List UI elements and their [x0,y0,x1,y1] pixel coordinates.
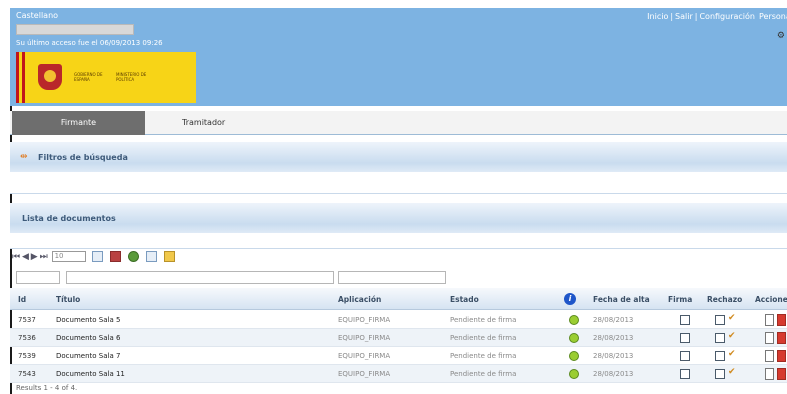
user-name-box [16,24,134,35]
settings-link[interactable]: Configuración [699,12,755,21]
col-application[interactable]: Aplicación [338,295,381,304]
filter-toggle-icon[interactable]: ⇹ [20,152,28,162]
col-actions: Acciones [755,295,787,304]
table-header: Id Título Aplicación Estado i Fecha de a… [10,288,787,310]
state-icon [569,315,579,325]
logo-text-right: MINISTERIO DE POLÍTICA [116,72,147,82]
row-date: 28/08/2013 [593,352,634,360]
row-state: Pendiente de firma [450,316,517,324]
tab-tramitador[interactable]: Tramitador [182,111,225,135]
documents-list-title: Lista de documentos [22,214,116,223]
col-reject: Rechazo [707,295,743,304]
prev-page-icon[interactable]: ◀ [22,252,29,262]
pager-toolbar: ⏮ ◀ ▶ ⏭ 10 [12,251,177,267]
row-state: Pendiente de firma [450,334,517,342]
document-icon[interactable] [765,314,774,326]
application-filter-input[interactable] [338,271,446,284]
row-state: Pendiente de firma [450,370,517,378]
last-page-icon[interactable]: ⏭ [40,252,48,262]
document-icon[interactable] [765,368,774,380]
row-application: EQUIPO_FIRMA [338,316,391,324]
row-application: EQUIPO_FIRMA [338,352,391,360]
sign-icon[interactable] [92,251,104,262]
last-access-text: Su último acceso fue el 06/09/2013 09:26 [16,39,163,47]
pdf-icon[interactable] [777,350,786,362]
row-application: EQUIPO_FIRMA [338,370,391,378]
col-upload-date[interactable]: Fecha de alta [593,295,650,304]
pdf-icon[interactable] [777,368,786,380]
reject-reason-icon[interactable]: ✔ [728,331,736,341]
coat-of-arms-icon [38,64,62,90]
export-icon[interactable] [146,251,158,262]
row-title[interactable]: Documento Sala 7 [56,352,120,360]
row-state: Pendiente de firma [450,352,517,360]
search-filters-bar[interactable]: ⇹ Filtros de búsqueda [10,142,787,172]
flag-stripe [16,52,25,103]
reject-reason-icon[interactable]: ✔ [728,367,736,377]
id-filter-input[interactable] [16,271,60,284]
reject-checkbox[interactable] [715,369,725,379]
row-id: 7543 [18,370,36,378]
language-link[interactable]: Castellano [16,11,58,20]
settings-icon[interactable]: ⚙ [777,31,785,41]
pdf-icon[interactable] [777,314,786,326]
sign-checkbox[interactable] [680,369,690,379]
search-filters-title: Filtros de búsqueda [38,153,128,162]
personal-link[interactable]: Personal [759,12,787,21]
app-frame: Castellano Su último acceso fue el 06/09… [10,8,787,394]
table-row[interactable]: 7536 Documento Sala 6 EQUIPO_FIRMA Pendi… [10,329,787,347]
reject-reason-icon[interactable]: ✔ [728,313,736,323]
government-logo: GOBIERNO DE ESPAÑA MINISTERIO DE POLÍTIC… [16,52,196,103]
documents-list-bar: Lista de documentos [10,203,787,233]
results-summary: Results 1 - 4 of 4. [16,384,78,392]
next-page-icon[interactable]: ▶ [31,252,38,262]
pdf-icon[interactable] [777,332,786,344]
table-row[interactable]: 7543 Documento Sala 11 EQUIPO_FIRMA Pend… [10,365,787,383]
row-title[interactable]: Documento Sala 11 [56,370,125,378]
header: Castellano Su último acceso fue el 06/09… [10,8,787,106]
row-date: 28/08/2013 [593,370,634,378]
reject-checkbox[interactable] [715,333,725,343]
home-link[interactable]: Inicio [647,12,668,21]
row-id: 7539 [18,352,36,360]
col-sign: Firma [668,295,693,304]
refresh-icon[interactable] [128,251,140,262]
tab-firmante[interactable]: Firmante [12,111,145,135]
state-icon [569,369,579,379]
document-icon[interactable] [765,332,774,344]
logout-link[interactable]: Salir [675,12,693,21]
logo-text-left: GOBIERNO DE ESPAÑA [74,72,103,82]
tab-bar: Firmante Tramitador [10,111,787,135]
top-links: Inicio|Salir|ConfiguraciónPersonal [645,12,787,21]
info-icon[interactable]: i [564,293,576,305]
row-date: 28/08/2013 [593,334,634,342]
sign-checkbox[interactable] [680,315,690,325]
reject-checkbox[interactable] [715,315,725,325]
documents-spacer [10,233,787,249]
document-icon[interactable] [765,350,774,362]
sign-checkbox[interactable] [680,333,690,343]
row-title[interactable]: Documento Sala 5 [56,316,120,324]
sign-checkbox[interactable] [680,351,690,361]
first-page-icon[interactable]: ⏮ [12,252,20,262]
state-icon [569,333,579,343]
reject-icon[interactable] [110,251,122,262]
title-filter-input[interactable] [66,271,334,284]
table-row[interactable]: 7537 Documento Sala 5 EQUIPO_FIRMA Pendi… [10,311,787,329]
col-id[interactable]: Id [18,295,26,304]
row-application: EQUIPO_FIRMA [338,334,391,342]
col-title[interactable]: Título [56,295,80,304]
row-date: 28/08/2013 [593,316,634,324]
reject-reason-icon[interactable]: ✔ [728,349,736,359]
row-title[interactable]: Documento Sala 6 [56,334,120,342]
page-size-select[interactable]: 10 [51,251,86,262]
row-id: 7536 [18,334,36,342]
reject-checkbox[interactable] [715,351,725,361]
table-row[interactable]: 7539 Documento Sala 7 EQUIPO_FIRMA Pendi… [10,347,787,365]
col-state[interactable]: Estado [450,295,479,304]
filters-panel [10,172,787,194]
state-icon [569,351,579,361]
edit-icon[interactable] [163,251,175,262]
row-id: 7537 [18,316,36,324]
